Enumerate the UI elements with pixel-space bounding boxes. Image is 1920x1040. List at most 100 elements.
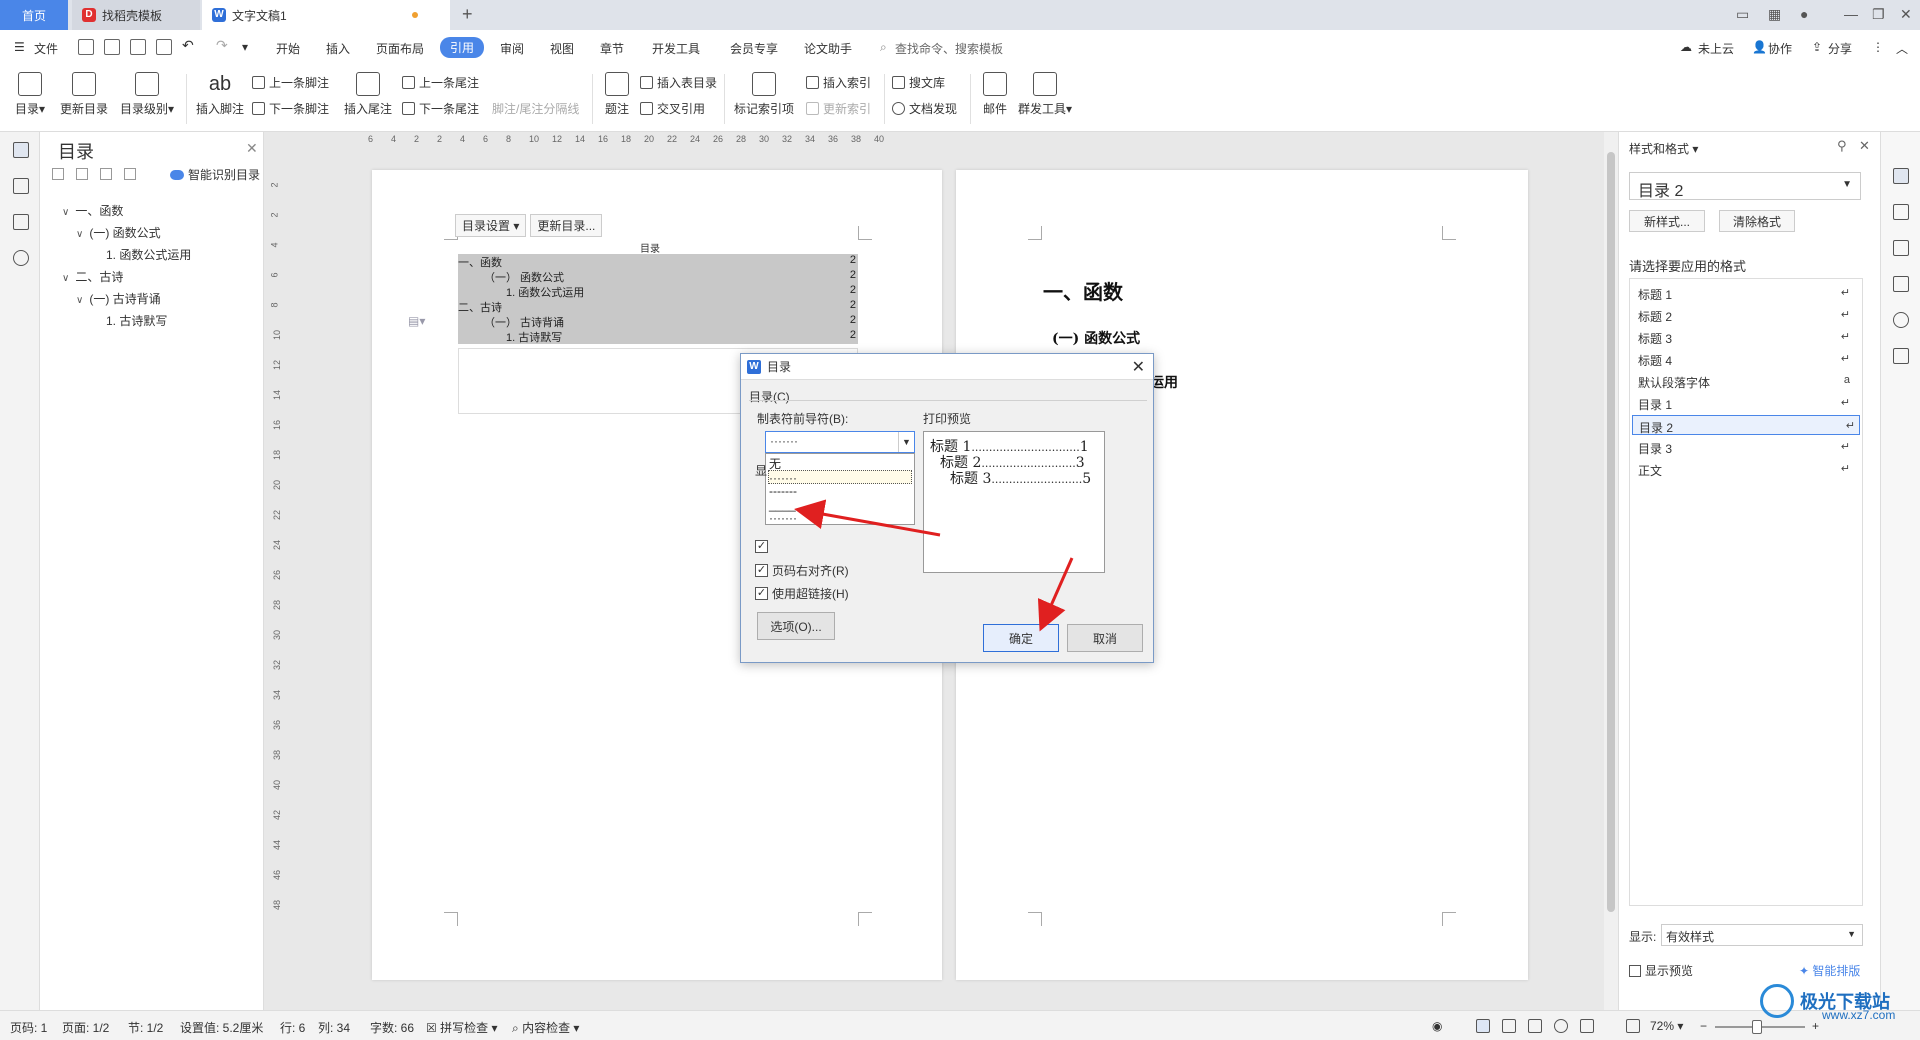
toc-level-button[interactable]: 目录级别▾	[116, 72, 178, 117]
toc-line[interactable]: 1. 函数公式运用 2	[506, 284, 858, 300]
close-icon[interactable]: ✕	[246, 140, 258, 157]
clear-format-button[interactable]: 清除格式	[1719, 210, 1795, 232]
menu-references[interactable]: 引用	[440, 37, 485, 58]
hyperlink-checkbox[interactable]: ✓ 使用超链接(H)	[755, 585, 849, 602]
doc-discover-button[interactable]: 文档发现	[892, 100, 957, 117]
cross-reference-button[interactable]: 交叉引用	[640, 100, 705, 117]
style-item-selected[interactable]: 目录 2 ↵	[1632, 415, 1860, 435]
menu-view[interactable]: 视图	[550, 40, 574, 57]
zoom-slider-handle[interactable]	[1752, 1020, 1762, 1034]
customize-icon[interactable]: ▾	[242, 40, 248, 54]
leader-option[interactable]: -------	[769, 484, 797, 498]
read-view-icon[interactable]	[1528, 1019, 1542, 1033]
search-library-button[interactable]: 搜文库	[892, 74, 945, 91]
pen-icon[interactable]	[1580, 1019, 1594, 1033]
select-cursor-icon[interactable]	[1893, 204, 1909, 220]
layout-icon[interactable]: ▭	[1736, 6, 1749, 23]
vertical-ruler[interactable]: 2 2 4 6 8 10 12 14 16 18 20 22 24 26 28 30 32 34 36 38 40 42 4…	[270, 180, 286, 980]
style-item[interactable]: 标题 4 ↵	[1638, 349, 1854, 369]
mass-send-button[interactable]: 群发工具▾	[1016, 72, 1074, 117]
image-icon[interactable]	[1893, 276, 1909, 292]
add-item-icon[interactable]	[100, 168, 112, 180]
menu-review[interactable]: 审阅	[500, 40, 524, 57]
heading-3[interactable]: 运用	[1150, 372, 1178, 392]
chevron-down-icon[interactable]: ∨	[76, 295, 83, 306]
style-item[interactable]: 默认段落字体 a	[1638, 371, 1854, 391]
eye-icon[interactable]: ◉	[1432, 1019, 1442, 1033]
chevron-down-icon[interactable]: ▼	[1842, 179, 1852, 190]
menu-file[interactable]: 文件	[34, 40, 58, 57]
pin-icon[interactable]: ⚲	[1837, 138, 1847, 154]
chevron-down-icon[interactable]: ▼	[1847, 929, 1856, 939]
status-words[interactable]: 字数: 66	[370, 1019, 414, 1036]
zoom-out-icon[interactable]: −	[1700, 1019, 1707, 1033]
save-icon[interactable]	[78, 39, 94, 55]
prev-endnote-button[interactable]: 上一条尾注	[402, 74, 479, 91]
vertical-scrollbar[interactable]	[1604, 132, 1618, 1010]
chapter-nav-icon[interactable]	[13, 178, 29, 194]
adjust-icon[interactable]	[1893, 240, 1909, 256]
collapse-ribbon-icon[interactable]: ︿	[1896, 40, 1908, 57]
style-item[interactable]: 标题 3 ↵	[1638, 327, 1854, 347]
restore-icon[interactable]: ❐	[1872, 6, 1885, 23]
checkbox-checked-icon[interactable]: ✓	[755, 540, 768, 553]
mail-button[interactable]: 邮件	[978, 72, 1012, 117]
collapse-all-icon[interactable]	[52, 168, 64, 180]
zoom-level[interactable]: 72% ▾	[1650, 1019, 1683, 1033]
toc-line[interactable]: 一、函数 2	[458, 254, 858, 270]
paragraph-handle-icon[interactable]: ▤▾	[408, 314, 425, 328]
menu-member[interactable]: 会员专享	[730, 40, 778, 57]
toc-tree-item[interactable]: ∨ (一) 古诗背诵	[76, 290, 161, 307]
zoom-in-icon[interactable]: +	[1812, 1019, 1819, 1033]
show-pagenum-checkbox[interactable]: ✓	[755, 540, 772, 553]
smart-layout-button[interactable]: ✦ 智能排版	[1799, 962, 1860, 979]
toc-line[interactable]: （一） 函数公式 2	[484, 269, 858, 285]
cloud-icon[interactable]: ☁	[1680, 40, 1692, 54]
cloud-status[interactable]: 未上云	[1698, 40, 1734, 57]
add-tab-button[interactable]: +	[462, 4, 473, 25]
page-view-icon[interactable]	[1476, 1019, 1490, 1033]
find-icon[interactable]	[13, 250, 29, 266]
dialog-titlebar[interactable]: W 目录	[741, 354, 1153, 380]
update-toc-button[interactable]: 更新目录	[58, 72, 110, 117]
smart-toc-button[interactable]: 智能识别目录	[170, 166, 260, 183]
print-preview-icon[interactable]	[156, 39, 172, 55]
toc-tree-item[interactable]: 1. 古诗默写	[106, 312, 167, 329]
fit-page-icon[interactable]	[1626, 1019, 1640, 1033]
insert-endnote-button[interactable]: 插入尾注	[342, 72, 394, 117]
insert-table-of-figures-button[interactable]: 插入表目录	[640, 74, 717, 91]
tab-home[interactable]: 首页	[0, 0, 68, 30]
menu-page-layout[interactable]: 页面布局	[376, 40, 424, 57]
show-preview-checkbox[interactable]: 显示预览	[1629, 962, 1693, 979]
styles-list[interactable]: 标题 1 ↵ 标题 2 ↵ 标题 3 ↵ 标题 4 ↵ 默认段落字体 a 目录 1 ↵ 目录…	[1629, 278, 1863, 906]
undo-icon[interactable]: ↶	[182, 37, 194, 54]
style-pen-icon[interactable]	[1893, 168, 1909, 184]
scroll-thumb[interactable]	[1607, 152, 1615, 912]
redo-icon[interactable]: ↷	[216, 37, 228, 54]
note-separator-button[interactable]: 脚注/尾注分隔线	[492, 100, 579, 117]
outline-view-icon[interactable]	[1502, 1019, 1516, 1033]
close-window-icon[interactable]: ✕	[1900, 6, 1912, 23]
bookmark-icon[interactable]	[13, 214, 29, 230]
chevron-down-icon[interactable]: ∨	[76, 229, 83, 240]
update-index-button[interactable]: 更新索引	[806, 100, 871, 117]
chevron-down-icon[interactable]: ∨	[62, 273, 69, 284]
leader-option[interactable]: ·······	[769, 511, 797, 525]
ok-button[interactable]: 确定	[983, 624, 1059, 652]
heading-2[interactable]: (一) 函数公式	[1052, 328, 1140, 348]
menu-thesis[interactable]: 论文助手	[804, 40, 852, 57]
show-filter-select[interactable]: 有效样式 ▼	[1661, 924, 1863, 946]
options-button[interactable]: 选项(O)...	[757, 612, 835, 640]
style-item[interactable]: 标题 1 ↵	[1638, 283, 1854, 303]
checkbox-checked-icon[interactable]: ✓	[755, 587, 768, 600]
checkbox-unchecked-icon[interactable]	[1629, 964, 1641, 977]
next-endnote-button[interactable]: 下一条尾注	[402, 100, 479, 117]
status-page[interactable]: 页面: 1/2	[62, 1019, 109, 1036]
tab-document[interactable]: W 文字文稿1	[202, 0, 450, 30]
remove-item-icon[interactable]	[124, 168, 136, 180]
toc-tree-item[interactable]: ∨ 一、函数	[62, 202, 123, 219]
avatar[interactable]: ●	[1800, 6, 1808, 22]
style-item[interactable]: 正文 ↵	[1638, 459, 1854, 479]
collab-button[interactable]: 协作	[1768, 40, 1792, 57]
tab-template[interactable]: D 找稻壳模板	[72, 0, 200, 30]
